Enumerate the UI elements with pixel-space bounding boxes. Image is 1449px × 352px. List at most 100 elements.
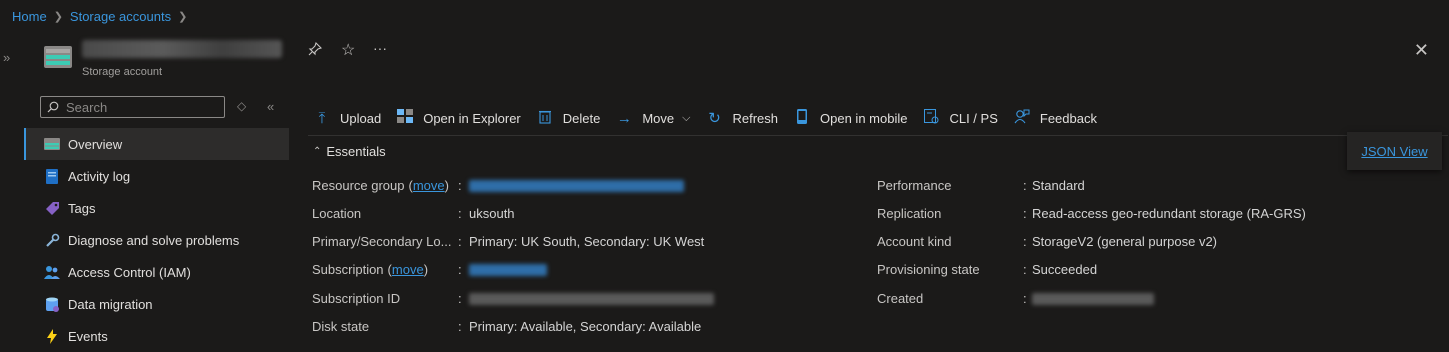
search-input[interactable] xyxy=(64,98,218,116)
database-icon xyxy=(44,296,60,312)
menu-item-overview[interactable]: Overview xyxy=(24,128,289,160)
resource-name-redacted xyxy=(82,40,282,58)
move-button[interactable]: → Move ⌵ xyxy=(616,109,691,127)
refresh-icon: ↻ xyxy=(708,110,721,127)
field-label: Provisioning state xyxy=(877,261,980,277)
colon: : xyxy=(458,318,462,334)
essentials-row: Account kind : StorageV2 (general purpos… xyxy=(877,232,1217,250)
field-label: Replication xyxy=(877,205,942,221)
activity-log-icon xyxy=(44,168,60,184)
essentials-title: Essentials xyxy=(326,144,386,159)
search-icon xyxy=(47,101,59,113)
subscription-link[interactable] xyxy=(469,262,547,277)
close-icon[interactable]: ✕ xyxy=(1414,40,1429,61)
command-label: Open in mobile xyxy=(820,110,908,126)
menu-label: Tags xyxy=(68,200,96,216)
disk-state-value: Primary: Available, Secondary: Available xyxy=(469,318,702,334)
field-label: Subscription ID xyxy=(312,290,401,306)
refresh-button[interactable]: ↻ Refresh xyxy=(706,109,778,127)
created-value xyxy=(1032,291,1154,306)
field-label: Subscription xyxy=(312,261,384,277)
colon: : xyxy=(1023,290,1027,306)
field-label: Primary/Secondary Lo... xyxy=(312,233,452,249)
resource-type: Storage account xyxy=(82,66,163,78)
move-resource-group-link[interactable]: move xyxy=(413,178,445,193)
performance-value: Standard xyxy=(1032,177,1085,193)
field-label: Location xyxy=(312,205,362,221)
tag-icon xyxy=(44,200,60,216)
essentials-row: Primary/Secondary Lo... : Primary: UK So… xyxy=(312,232,704,250)
storage-account-icon xyxy=(44,46,72,68)
essentials-toggle[interactable]: ⌃ Essentials xyxy=(313,144,386,159)
paren: ) xyxy=(423,261,429,277)
field-label: Created xyxy=(877,290,924,306)
json-view-link[interactable]: JSON View xyxy=(1361,144,1427,159)
colon: : xyxy=(1023,261,1027,277)
colon: : xyxy=(458,290,462,306)
json-view-panel: JSON View xyxy=(1347,132,1442,170)
left-menu: Overview Activity log Tags Diagnose and … xyxy=(24,128,289,352)
breadcrumb-home[interactable]: Home xyxy=(12,9,47,24)
essentials-row: Provisioning state : Succeeded xyxy=(877,260,1097,278)
command-label: Upload xyxy=(340,110,382,126)
command-label: Move xyxy=(642,110,675,126)
menu-item-data-migration[interactable]: Data migration xyxy=(24,288,289,320)
essentials-row: Created : xyxy=(877,289,1154,307)
replication-value: Read-access geo-redundant storage (RA-GR… xyxy=(1032,205,1306,221)
colon: : xyxy=(1023,233,1027,249)
essentials-row: Disk state : Primary: Available, Seconda… xyxy=(312,317,701,335)
expand-menu-icon[interactable]: » xyxy=(3,50,10,65)
essentials-row: Location : uksouth xyxy=(312,204,515,222)
menu-search[interactable] xyxy=(40,96,225,118)
cli-ps-button[interactable]: CLI / PS xyxy=(923,108,998,128)
menu-label: Diagnose and solve problems xyxy=(68,232,240,248)
menu-label: Overview xyxy=(68,136,123,152)
resource-group-link[interactable] xyxy=(469,178,684,193)
collapse-menu-icon[interactable]: « xyxy=(267,99,274,114)
command-label: CLI / PS xyxy=(949,110,998,126)
chevron-right-icon: ❯ xyxy=(178,10,188,23)
feedback-icon xyxy=(1014,109,1030,128)
field-label: Performance xyxy=(877,177,952,193)
breadcrumb-storage-accounts[interactable]: Storage accounts xyxy=(70,9,171,24)
open-in-explorer-button[interactable]: Open in Explorer xyxy=(397,109,521,127)
explorer-icon xyxy=(397,109,414,127)
paren: ) xyxy=(444,177,449,193)
provisioning-state-value: Succeeded xyxy=(1032,261,1098,277)
divider xyxy=(308,135,1448,136)
field-label: Resource group xyxy=(312,177,405,193)
breadcrumb: Home ❯ Storage accounts ❯ xyxy=(12,8,187,24)
more-icon[interactable]: ··· xyxy=(373,40,387,56)
feedback-button[interactable]: Feedback xyxy=(1014,109,1097,128)
essentials-row: Subscription ID : xyxy=(312,289,714,307)
menu-item-tags[interactable]: Tags xyxy=(24,192,289,224)
colon: : xyxy=(1023,177,1027,193)
colon: : xyxy=(1023,205,1027,221)
menu-item-activity-log[interactable]: Activity log xyxy=(24,160,289,192)
star-icon[interactable]: ☆ xyxy=(341,40,355,60)
menu-item-iam[interactable]: Access Control (IAM) xyxy=(24,256,289,288)
mobile-icon xyxy=(794,108,810,128)
sort-updown-icon[interactable]: ◇ xyxy=(237,99,246,113)
menu-label: Activity log xyxy=(68,168,131,184)
trash-icon xyxy=(537,109,553,128)
upload-button[interactable]: ⤒ Upload xyxy=(314,109,382,127)
command-bar: ⤒ Upload Open in Explorer Delete → Move ⌵ … xyxy=(314,104,1113,132)
lightning-icon xyxy=(44,328,60,344)
primary-secondary-location-value: Primary: UK South, Secondary: UK West xyxy=(469,233,705,249)
open-in-mobile-button[interactable]: Open in mobile xyxy=(794,108,908,128)
arrow-right-icon: → xyxy=(616,109,632,127)
delete-button[interactable]: Delete xyxy=(537,109,600,128)
chevron-up-icon: ⌃ xyxy=(313,146,322,157)
pin-icon[interactable] xyxy=(308,41,323,59)
menu-item-events[interactable]: Events xyxy=(24,320,289,352)
move-subscription-link[interactable]: move xyxy=(392,262,424,277)
chevron-down-icon: ⌵ xyxy=(682,111,691,124)
command-label: Refresh xyxy=(732,110,779,126)
colon: : xyxy=(458,205,462,221)
wrench-icon xyxy=(44,232,60,248)
menu-item-diagnose[interactable]: Diagnose and solve problems xyxy=(24,224,289,256)
field-label: Disk state xyxy=(312,318,370,334)
field-label: Account kind xyxy=(877,233,952,249)
upload-icon: ⤒ xyxy=(318,109,326,127)
